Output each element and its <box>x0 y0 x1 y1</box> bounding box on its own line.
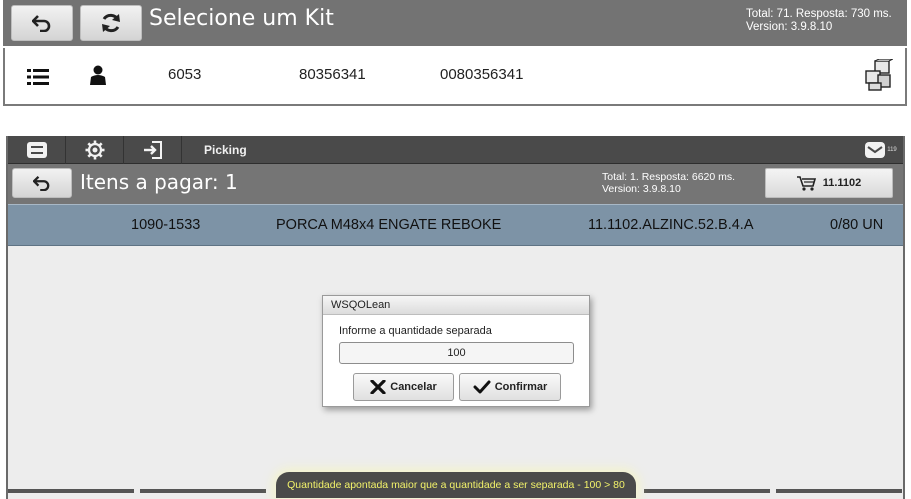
top-header: Selecione um Kit Total: 71. Resposta: 73… <box>3 0 907 46</box>
settings-button[interactable] <box>66 136 124 164</box>
sign-in-icon <box>143 141 162 159</box>
picking-status-total: Total: 1. Resposta: 6620 ms. <box>602 171 736 183</box>
cart-button[interactable]: 11.1102 <box>765 168 893 198</box>
kit-col-1: 6053 <box>168 66 202 83</box>
confirm-label: Confirmar <box>494 381 548 393</box>
toolbar: Picking 119 <box>8 136 903 164</box>
picking-status-version: Version: 3.9.8.10 <box>602 183 681 195</box>
bottom-tab <box>8 489 134 493</box>
kit-col-2: 80356341 <box>299 66 366 83</box>
refresh-button[interactable] <box>80 5 142 41</box>
login-button[interactable] <box>124 136 182 164</box>
bottom-tab <box>644 489 770 493</box>
bottom-tab <box>776 489 902 493</box>
picking-back-button[interactable] <box>12 168 72 198</box>
undo-icon <box>32 15 51 32</box>
kit-row[interactable]: 6053 80356341 0080356341 <box>3 48 907 106</box>
item-code: 1090-1533 <box>131 217 201 233</box>
cart-label: 11.1102 <box>822 177 862 189</box>
messages-button[interactable]: 119 <box>863 140 899 160</box>
toast-message: Quantidade apontada maior que a quantida… <box>287 479 625 491</box>
quantity-input[interactable] <box>339 342 574 364</box>
boxes-icon[interactable] <box>863 59 893 91</box>
page-title: Selecione um Kit <box>149 6 334 31</box>
quantity-label: Informe a quantidade separada <box>339 325 492 337</box>
list-icon[interactable] <box>27 68 49 86</box>
refresh-icon <box>102 13 120 33</box>
cancel-button[interactable]: Cancelar <box>353 373 454 401</box>
item-quantity: 0/80 UN <box>830 217 884 233</box>
cancel-label: Cancelar <box>390 381 437 393</box>
confirm-button[interactable]: Confirmar <box>459 373 561 401</box>
picking-header: Itens a pagar: 1 Total: 1. Resposta: 662… <box>8 164 903 204</box>
gear-icon <box>85 140 104 160</box>
undo-icon <box>33 175 50 191</box>
mail-icon <box>865 142 886 158</box>
picking-status-info: Total: 1. Resposta: 6620 ms. Version: 3.… <box>602 171 735 195</box>
status-version: Version: 3.9.8.10 <box>746 21 833 33</box>
picking-label: Picking <box>204 143 247 157</box>
cart-icon <box>796 176 816 191</box>
close-icon <box>370 380 386 394</box>
item-location: 11.1102.ALZINC.52.B.4.A <box>588 217 754 233</box>
back-button[interactable] <box>11 5 73 41</box>
user-icon <box>90 65 106 85</box>
status-info: Total: 71. Resposta: 730 ms. Version: 3.… <box>746 8 892 34</box>
item-description: PORCA M48x4 ENGATE REBOKE <box>276 217 502 233</box>
mail-count: 119 <box>887 147 897 153</box>
warning-toast: Quantidade apontada maior que a quantida… <box>276 472 636 498</box>
menu-icon <box>26 142 47 158</box>
items-title: Itens a pagar: 1 <box>80 170 238 194</box>
status-total: Total: 71. Resposta: 730 ms. <box>746 8 892 20</box>
kit-col-3: 0080356341 <box>440 66 524 83</box>
check-icon <box>473 380 491 394</box>
bottom-tab <box>140 489 266 493</box>
item-row[interactable]: 1090-1533 PORCA M48x4 ENGATE REBOKE 11.1… <box>8 204 903 246</box>
dialog-title: WSQOLean <box>323 296 589 315</box>
quantity-dialog: WSQOLean Informe a quantidade separada C… <box>322 295 590 407</box>
menu-button[interactable] <box>8 136 66 164</box>
